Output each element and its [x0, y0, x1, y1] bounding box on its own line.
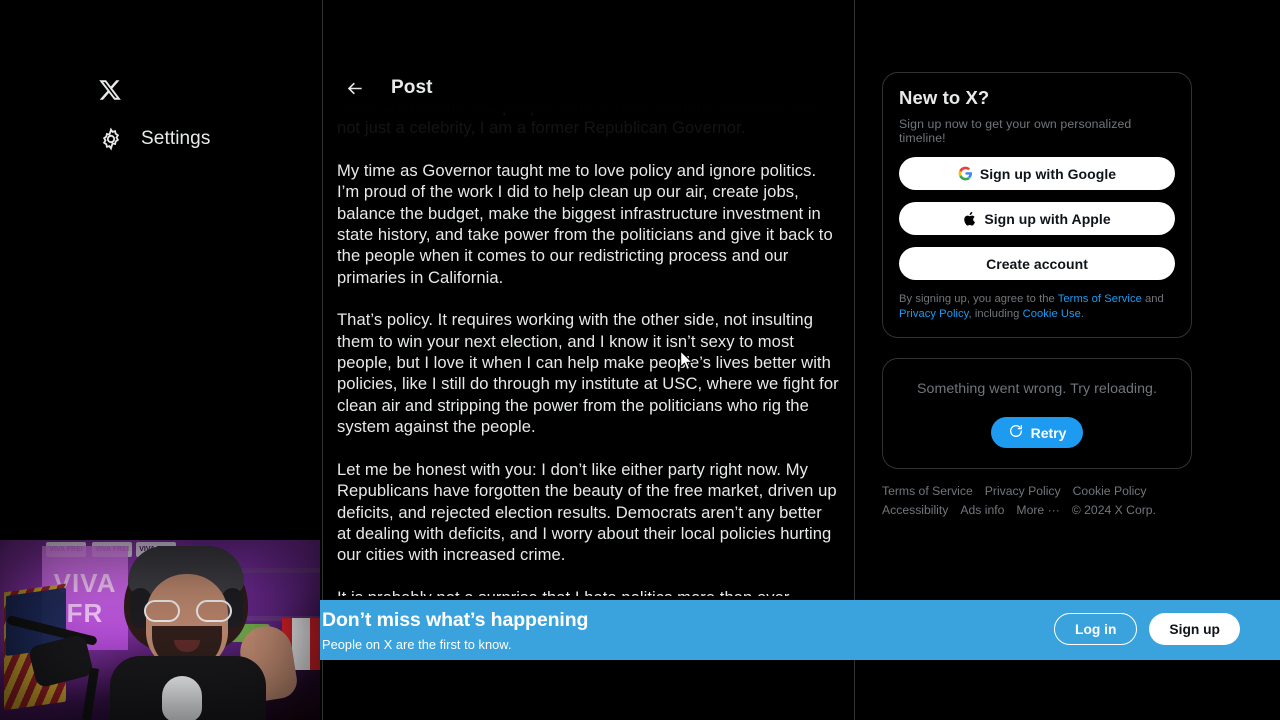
legal-mid2: , including	[968, 307, 1023, 320]
x-logo-icon[interactable]	[92, 72, 128, 108]
footer-link-terms[interactable]: Terms of Service	[882, 484, 973, 498]
retry-button[interactable]: Retry	[990, 417, 1084, 448]
footer-link-privacy[interactable]: Privacy Policy	[985, 484, 1061, 498]
footer-link-cookie[interactable]: Cookie Policy	[1073, 484, 1147, 498]
signup-with-apple-label: Sign up with Apple	[984, 210, 1111, 227]
footer-copyright: © 2024 X Corp.	[1071, 503, 1156, 517]
sidebar-item-label: Settings	[141, 128, 211, 149]
post-body: I also understand that people want to he…	[323, 96, 854, 596]
error-message: Something went wrong. Try reloading.	[917, 381, 1157, 397]
cookie-use-link[interactable]: Cookie Use	[1023, 308, 1081, 320]
footer-link-accessibility[interactable]: Accessibility	[882, 503, 948, 517]
back-arrow-icon[interactable]	[337, 71, 371, 105]
error-card: Something went wrong. Try reloading. Ret…	[882, 358, 1192, 469]
signup-with-apple-button[interactable]: Sign up with Apple	[899, 202, 1175, 235]
footer-link-ads-info[interactable]: Ads info	[960, 503, 1004, 517]
post-paragraph-2: That’s policy. It requires working with …	[337, 310, 839, 437]
post-paragraph-4: It is probably not a surprise that I hat…	[337, 587, 840, 596]
signup-card: New to X? Sign up now to get your own pe…	[882, 72, 1192, 338]
banner-actions: Log in Sign up	[1054, 613, 1240, 645]
banner-subtitle: People on X are the first to know.	[322, 637, 512, 652]
footer-row-1: Terms of Service Privacy Policy Cookie P…	[882, 484, 1192, 498]
gear-icon	[98, 126, 124, 152]
legal-prefix: By signing up, you agree to the	[899, 293, 1058, 305]
legal-mid: and	[1141, 293, 1164, 305]
refresh-icon	[1008, 423, 1024, 442]
sidebar-footer: Terms of Service Privacy Policy Cookie P…	[882, 484, 1192, 522]
create-account-label: Create account	[986, 255, 1088, 272]
sidebar-item-settings[interactable]: Settings	[90, 120, 224, 158]
post-paragraph-1: My time as Governor taught me to love po…	[337, 160, 833, 287]
signup-with-google-label: Sign up with Google	[979, 165, 1117, 182]
google-icon	[958, 166, 973, 181]
banner-title: Don’t miss what’s happening	[322, 609, 589, 631]
webcam-overlay: VIVA FREI VIVA FREI VIVA FREI VIVA FR	[0, 540, 320, 720]
legal-suffix: .	[1080, 307, 1085, 320]
privacy-policy-link[interactable]: Privacy Policy	[899, 308, 969, 320]
post-header: Post	[323, 63, 854, 113]
post-paragraph-3: Let me be honest with you: I don’t like …	[337, 459, 837, 565]
sign-up-button[interactable]: Sign up	[1149, 613, 1240, 645]
app-root: Settings Post I also understand that peo…	[0, 0, 1280, 720]
apple-icon	[963, 211, 977, 227]
log-in-button[interactable]: Log in	[1054, 613, 1138, 645]
webcam-vignette	[0, 540, 320, 720]
footer-row-2: Accessibility Ads info More ··· © 2024 X…	[882, 503, 1192, 517]
terms-of-service-link[interactable]: Terms of Service	[1058, 293, 1142, 305]
retry-label: Retry	[1030, 424, 1067, 441]
signup-with-google-button[interactable]: Sign up with Google	[899, 157, 1175, 190]
create-account-button[interactable]: Create account	[899, 247, 1175, 280]
page-title: Post	[391, 77, 433, 98]
signup-card-subtitle: Sign up now to get your own personalized…	[899, 117, 1132, 145]
signup-legal-text: By signing up, you agree to the Terms of…	[899, 292, 1175, 321]
footer-link-more[interactable]: More ···	[1016, 503, 1059, 517]
signup-card-title: New to X?	[899, 87, 990, 108]
banner-text-block: Don’t miss what’s happening People on X …	[322, 609, 588, 652]
